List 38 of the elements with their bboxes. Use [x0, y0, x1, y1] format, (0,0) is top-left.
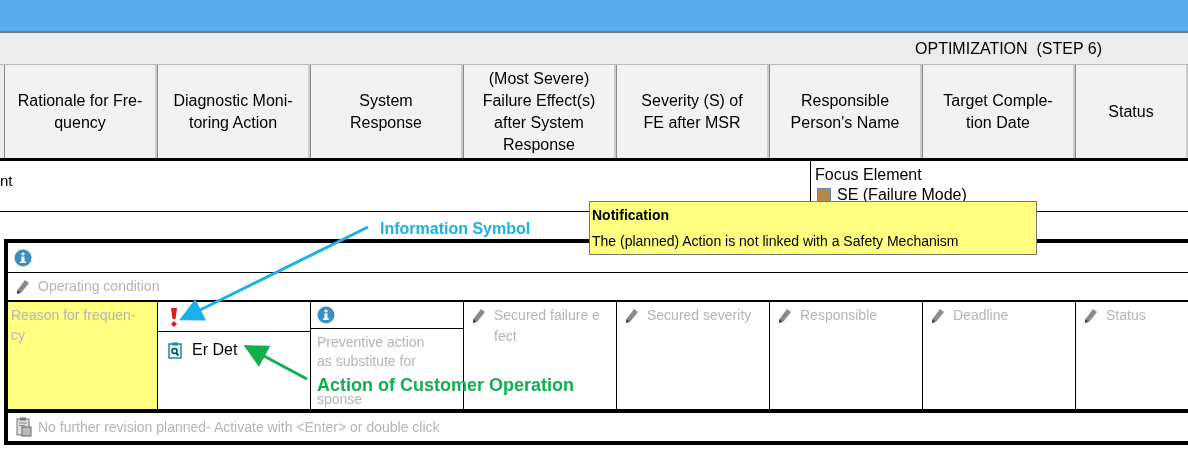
text-field[interactable]: Deadline [931, 308, 1009, 326]
pencil-icon [931, 308, 945, 324]
text-field[interactable]: Responsible [778, 308, 878, 326]
focus-element-item: SE (Failure Mode) [837, 185, 967, 205]
column-header: Status [1075, 65, 1188, 158]
document-search-icon [168, 341, 182, 359]
color-swatch [817, 188, 831, 202]
revision-hint: No further revision planned- Activate with <Enter> or double click [38, 417, 440, 437]
focus-element-label: Focus Element [815, 165, 923, 185]
exclamation-icon [170, 306, 178, 327]
tooltip-title: Notification [592, 206, 670, 225]
text-field[interactable]: Secured severity [625, 308, 752, 326]
pencil-icon [625, 308, 639, 324]
action-label: Er Det [192, 340, 238, 360]
clipboard-icon [16, 417, 32, 437]
column-header: Responsible Person's Name [769, 65, 922, 158]
preventive-action-field[interactable]: Preventive action as substitute for [317, 333, 425, 371]
column-header: (Most Severe) Failure Effect(s) after System Response [463, 65, 616, 158]
text-field[interactable]: Secured failure e fect [472, 308, 600, 347]
annotation-arrow [243, 345, 308, 381]
annotation-label: Information Symbol [380, 219, 531, 239]
column-header: Rationale for Fre- quency [4, 65, 157, 158]
column-header: Diagnostic Moni- toring Action [157, 65, 310, 158]
column-header: Severity (S) of FE after MSR [616, 65, 769, 158]
pencil-icon [16, 278, 30, 295]
context-text: nt [0, 172, 13, 189]
tooltip-message: The (planned) Action is not linked with a Safety Mechanism [592, 232, 960, 251]
pencil-icon [472, 308, 486, 324]
column-header: System Response [310, 65, 463, 158]
section-title: OPTIMIZATION (STEP 6) [915, 38, 1102, 59]
info-icon [14, 248, 32, 267]
pencil-icon [1084, 308, 1098, 324]
info-icon [317, 306, 335, 324]
rationale-field[interactable]: Reason for frequen- cy [8, 302, 158, 409]
preventive-action-field[interactable]: sponse [317, 390, 363, 409]
pencil-icon [778, 308, 792, 324]
column-header: Target Comple- tion Date [922, 65, 1075, 158]
text-field[interactable]: Status [1084, 308, 1146, 326]
